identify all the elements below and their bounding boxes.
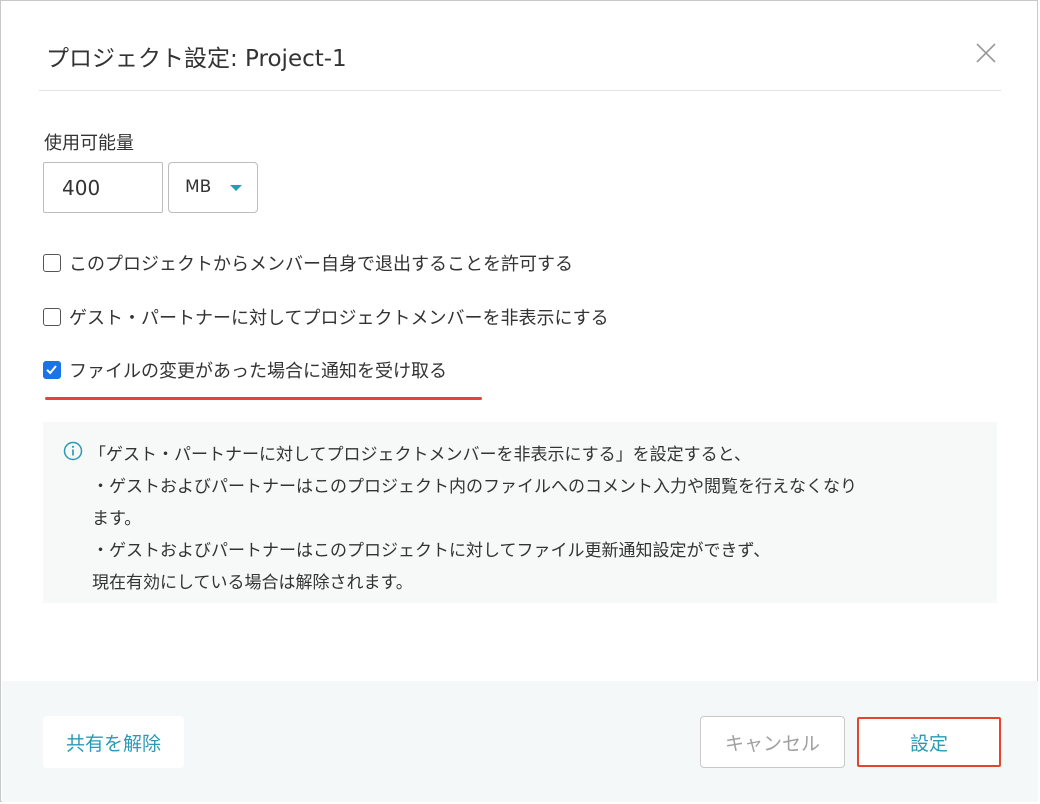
unit-select[interactable]: MB <box>168 162 258 213</box>
file-notifications-checkbox[interactable] <box>43 361 61 379</box>
highlight-underline <box>45 397 482 400</box>
dialog-header: プロジェクト設定: Project-1 <box>39 1 1001 91</box>
submit-button[interactable]: 設定 <box>857 717 1001 767</box>
option-label: ゲスト・パートナーに対してプロジェクトメンバーを非表示にする <box>69 308 609 329</box>
project-settings-dialog: プロジェクト設定: Project-1 使用可能量 MB このプロジェクトからメ… <box>0 0 1038 802</box>
cancel-button[interactable]: キャンセル <box>700 716 845 768</box>
dialog-title: プロジェクト設定: Project-1 <box>46 46 347 72</box>
allow-self-leave-checkbox[interactable] <box>43 254 61 272</box>
option-label: ファイルの変更があった場合に通知を受け取る <box>69 361 447 382</box>
option-hide-members[interactable]: ゲスト・パートナーに対してプロジェクトメンバーを非表示にする <box>43 306 609 329</box>
option-label: このプロジェクトからメンバー自身で退出することを許可する <box>69 254 573 275</box>
info-line: ・ゲストおよびパートナーはこのプロジェクトに対してファイル更新通知設定ができず、 <box>92 541 771 561</box>
info-text: 「ゲスト・パートナーに対してプロジェクトメンバーを非表示にする」を設定すると、 … <box>89 439 969 599</box>
info-notice: 「ゲスト・パートナーに対してプロジェクトメンバーを非表示にする」を設定すると、 … <box>43 422 997 603</box>
option-file-notifications[interactable]: ファイルの変更があった場合に通知を受け取る <box>43 359 447 382</box>
info-line: 現在有効にしている場合は解除されます。 <box>92 573 413 593</box>
quota-label: 使用可能量 <box>44 133 134 154</box>
chevron-down-icon <box>230 185 242 191</box>
info-circle-icon <box>63 441 83 461</box>
close-icon <box>976 43 996 63</box>
unit-select-value: MB <box>185 177 212 197</box>
hide-members-checkbox[interactable] <box>43 308 61 326</box>
dialog-footer: 共有を解除 キャンセル 設定 <box>2 681 1038 802</box>
option-allow-self-leave[interactable]: このプロジェクトからメンバー自身で退出することを許可する <box>43 252 573 275</box>
close-button[interactable] <box>974 41 998 65</box>
checkmark-icon <box>46 365 57 375</box>
info-line: ます。 <box>92 509 142 529</box>
info-line: 「ゲスト・パートナーに対してプロジェクトメンバーを非表示にする」を設定すると、 <box>89 445 751 465</box>
info-line: ・ゲストおよびパートナーはこのプロジェクト内のファイルへのコメント入力や閲覧を行… <box>92 477 857 497</box>
unshare-button[interactable]: 共有を解除 <box>43 716 184 768</box>
quota-input[interactable] <box>43 162 163 213</box>
